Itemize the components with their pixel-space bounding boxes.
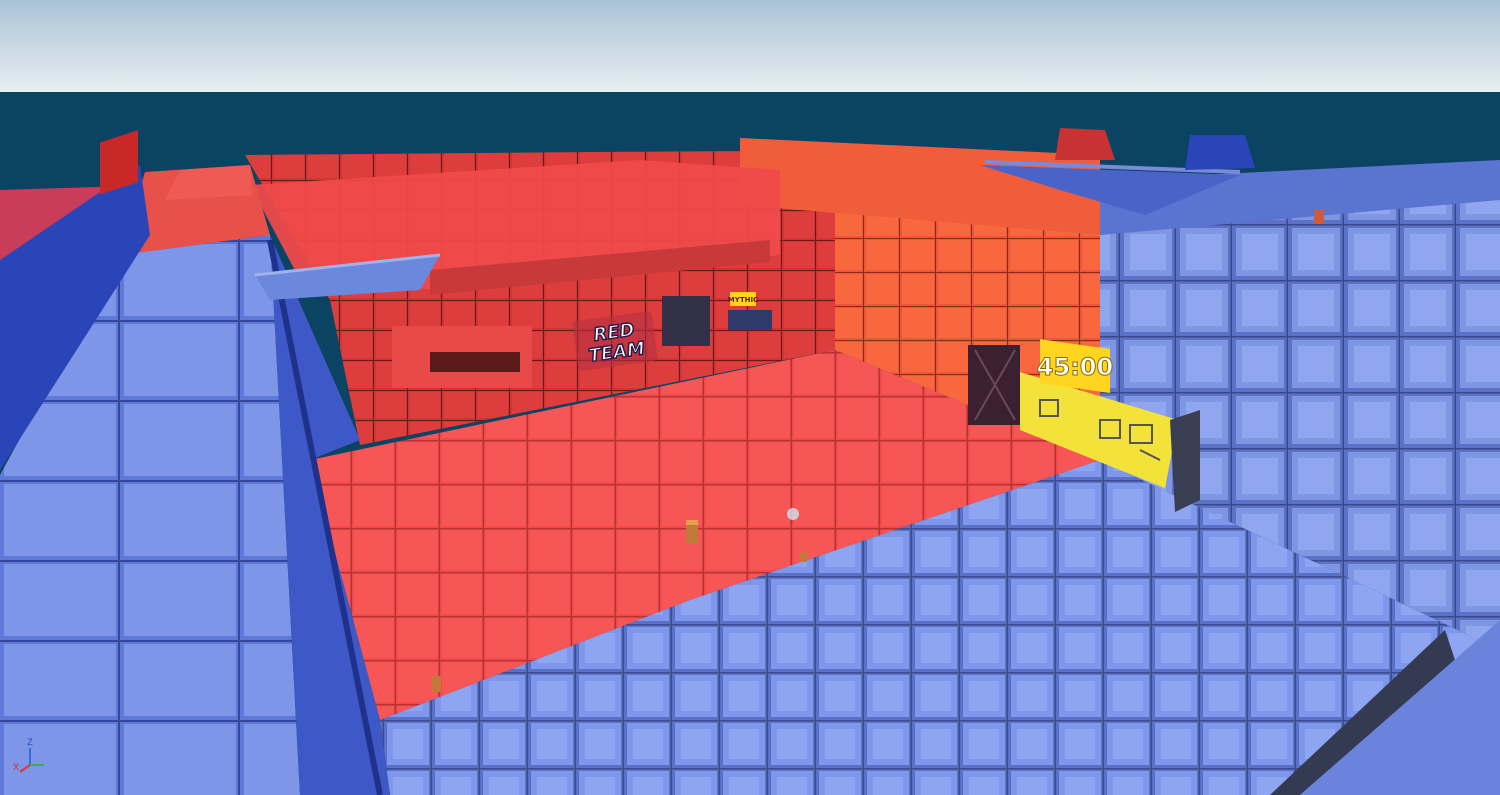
inner-room-panel	[430, 352, 520, 372]
floor-barrel-2	[432, 676, 441, 692]
blue-flag-right	[1185, 135, 1255, 170]
mythic-sign-text: MYTHIC	[728, 296, 758, 304]
inner-room-door-right	[662, 296, 710, 346]
wall-barrel	[1314, 210, 1324, 224]
axis-z-label: Z	[27, 737, 33, 747]
floor-sparkle	[787, 508, 799, 520]
door-frame-right	[1170, 410, 1200, 512]
floor-barrel-1	[686, 520, 698, 544]
axis-x-label: X	[13, 762, 19, 772]
sky	[0, 0, 1500, 92]
game-scene[interactable]: RED TEAM MYTHIC 45:00 Z X	[0, 0, 1500, 795]
floor-barrel-3	[800, 552, 807, 562]
editor-viewport[interactable]: RED TEAM MYTHIC 45:00 Z X	[0, 0, 1500, 795]
timer-value: 45:00	[1037, 353, 1113, 381]
